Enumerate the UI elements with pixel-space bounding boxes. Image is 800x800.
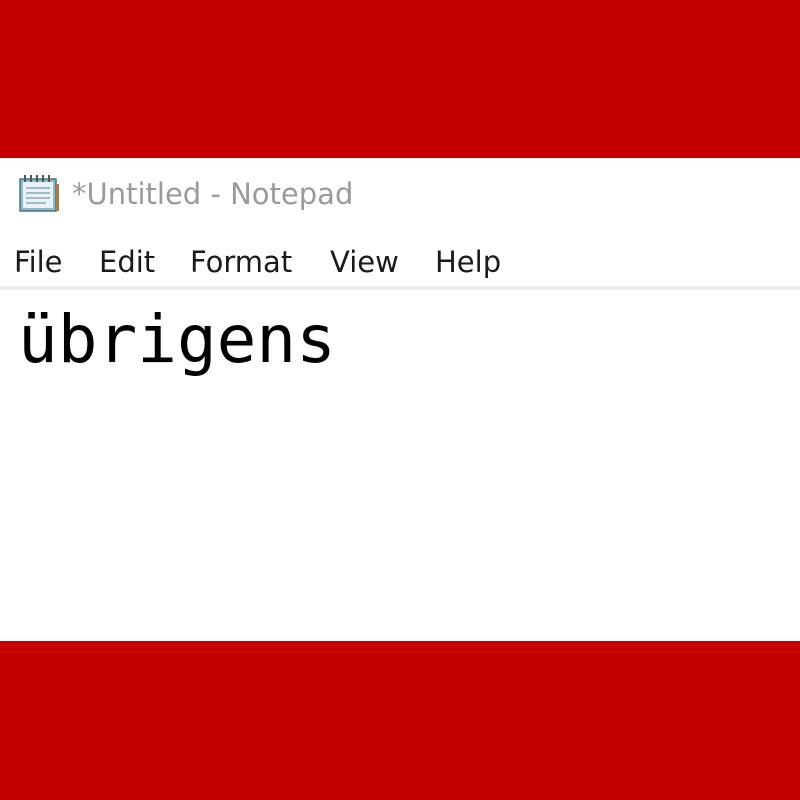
text-editor-area[interactable]: übrigens — [0, 290, 800, 641]
menu-bar: File Edit Format View Help — [0, 240, 800, 284]
editor-text: übrigens — [18, 301, 336, 378]
window-title: *Untitled - Notepad — [72, 177, 354, 211]
background-band-top — [0, 0, 800, 158]
menu-file[interactable]: File — [14, 244, 63, 280]
background-band-bottom — [0, 641, 800, 800]
notepad-icon[interactable] — [16, 172, 62, 214]
title-bar[interactable]: *Untitled - Notepad — [0, 158, 800, 232]
menu-view[interactable]: View — [330, 244, 399, 280]
menu-help[interactable]: Help — [435, 244, 501, 280]
menu-format[interactable]: Format — [190, 244, 292, 280]
menu-edit[interactable]: Edit — [99, 244, 155, 280]
notepad-window: *Untitled - Notepad File Edit Format Vie… — [0, 158, 800, 641]
